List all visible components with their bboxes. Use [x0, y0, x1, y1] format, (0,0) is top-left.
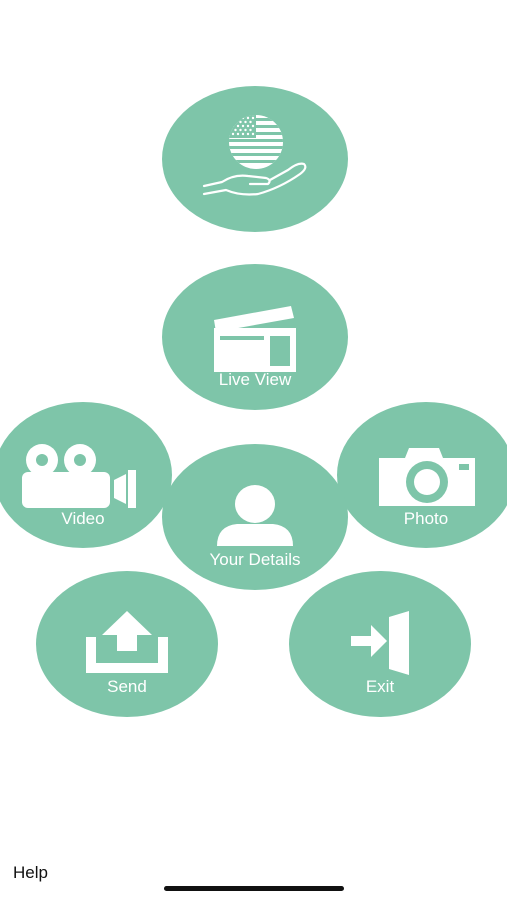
your-details-label: Your Details	[209, 550, 301, 569]
live-view-label: Live View	[218, 370, 292, 389]
exit-button[interactable]: Exit	[289, 571, 471, 717]
main-menu-screen: Live View Video Photo Your Details Send …	[0, 0, 507, 900]
video-camera-icon	[22, 444, 136, 508]
exit-label: Exit	[365, 677, 395, 696]
video-label: Video	[61, 509, 105, 528]
user-icon	[217, 485, 293, 546]
help-link[interactable]: Help	[13, 863, 48, 883]
us-flag-in-hand-icon	[202, 115, 307, 196]
send-button[interactable]: Send	[36, 571, 218, 717]
your-details-button[interactable]: Your Details	[162, 444, 348, 590]
video-button[interactable]: Video	[0, 402, 172, 548]
photo-label: Photo	[403, 509, 449, 528]
photo-button[interactable]: Photo	[337, 402, 507, 548]
camera-icon	[379, 448, 475, 506]
exit-door-icon	[351, 611, 409, 675]
clapperboard-icon	[214, 306, 296, 372]
send-label: Send	[107, 677, 147, 696]
live-view-button[interactable]: Live View	[162, 264, 348, 410]
upload-icon	[86, 611, 168, 673]
home-indicator[interactable]	[164, 886, 344, 891]
flag-in-hand-button[interactable]	[162, 86, 348, 232]
